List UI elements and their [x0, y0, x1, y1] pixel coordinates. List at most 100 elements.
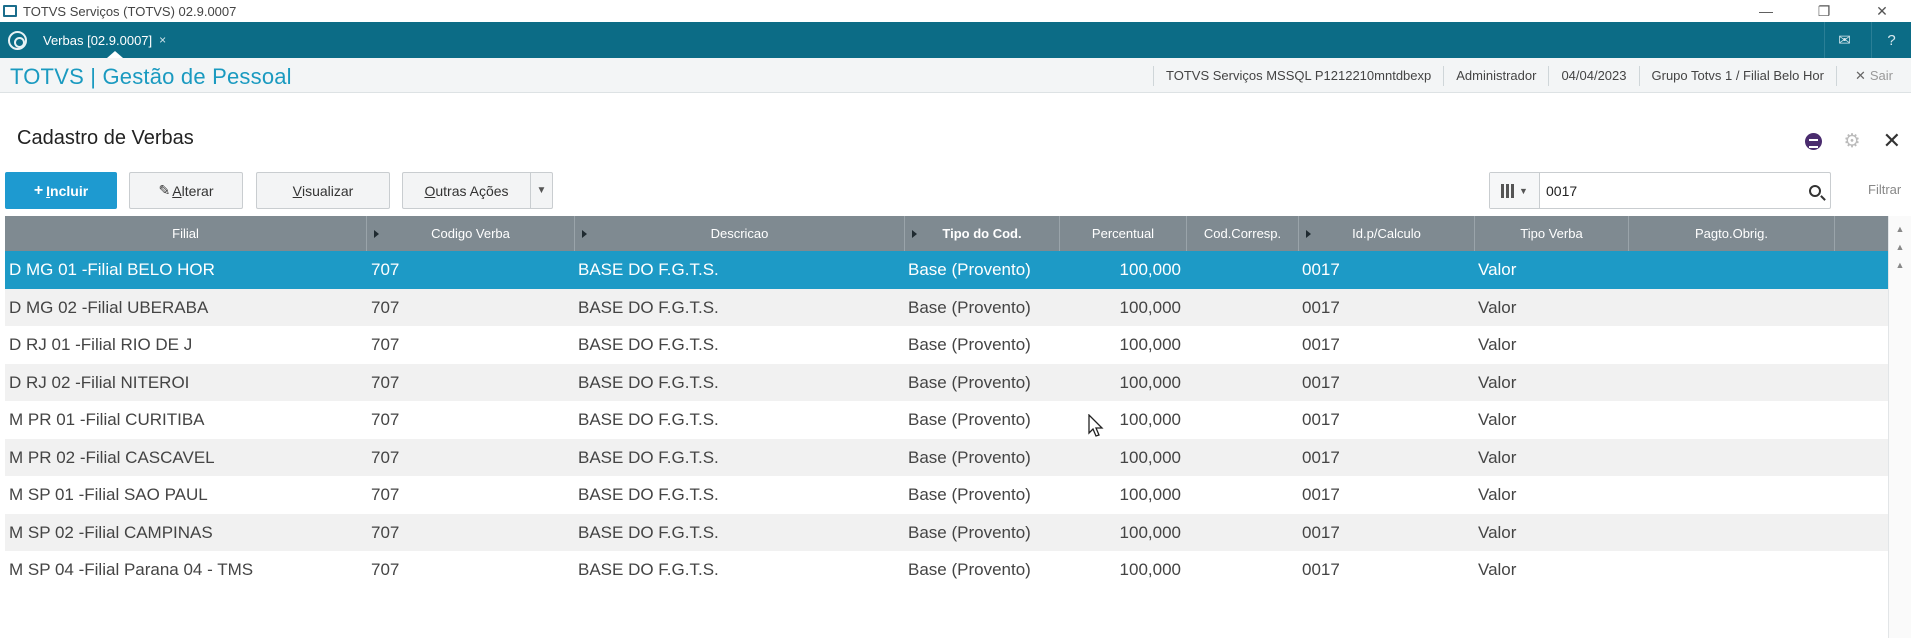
visualizar-label: isualizar	[301, 182, 354, 199]
cell-corresp	[1191, 289, 1291, 327]
cell-corresp	[1191, 551, 1291, 589]
filtrar-link[interactable]: Filtrar	[1868, 182, 1901, 197]
search-input[interactable]: 0017	[1546, 183, 1800, 199]
table-row[interactable]: M PR 01 -Filial CURITIBA 707 BASE DO F.G.T…	[5, 401, 1888, 439]
cell-filial: M PR 02 -Filial CASCAVEL	[9, 447, 215, 467]
table-row[interactable]: D MG 02 -Filial UBERABA 707 BASE DO F.G.T.…	[5, 288, 1888, 327]
table-row[interactable]: D RJ 01 -Filial RIO DE J 707 BASE DO F.G.T…	[5, 326, 1888, 364]
chevron-down-icon[interactable]: ▼	[530, 173, 552, 208]
table-row[interactable]: D MG 01 -Filial BELO HOR 707 BASE DO F.G.T…	[5, 251, 1888, 289]
table-row[interactable]: M SP 01 -Filial SAO PAUL 707 BASE DO F.G.T…	[5, 476, 1888, 514]
tab-verbas[interactable]: Verbas [02.9.0007] ×	[43, 22, 166, 58]
cell-codigo: 707	[371, 297, 400, 317]
cell-idcalc: 0017	[1302, 372, 1340, 392]
help-icon[interactable]: ?	[1871, 22, 1911, 58]
tab-close-icon[interactable]: ×	[159, 33, 166, 47]
column-selector[interactable]: ▼	[1490, 173, 1540, 208]
grid-header: Filial Codigo Verba Descricao Tipo do Co…	[5, 216, 1888, 251]
cell-pagto	[1633, 476, 1823, 514]
cell-filial: D MG 02 -Filial UBERABA	[9, 297, 209, 317]
home-icon[interactable]	[8, 31, 27, 50]
outras-acoes-text: Outras Ações	[424, 183, 508, 199]
cell-codigo: 707	[371, 335, 400, 354]
cell-descricao: BASE DO F.G.T.S.	[578, 335, 719, 354]
cell-pagto	[1633, 364, 1823, 402]
col-corresp[interactable]: Cod.Corresp.	[1187, 216, 1299, 251]
cell-pagto	[1633, 401, 1823, 439]
col-tipo[interactable]: Tipo do Cod.	[905, 216, 1060, 251]
window-controls: — ❐ ✕	[1737, 0, 1911, 22]
restore-button[interactable]: ❐	[1795, 0, 1853, 22]
app-header: TOTVS | Gestão de Pessoal TOTVS Serviços…	[0, 58, 1911, 93]
search-icon[interactable]	[1800, 173, 1830, 208]
cell-tipoverba: Valor	[1478, 372, 1517, 392]
company-label: Grupo Totvs 1 / Filial Belo Hor	[1638, 65, 1836, 86]
cell-codigo: 707	[371, 560, 400, 579]
mail-icon[interactable]: ✉	[1824, 22, 1864, 58]
col-pagto[interactable]: Pagto.Obrig.	[1629, 216, 1835, 251]
brand-title: TOTVS | Gestão de Pessoal	[10, 64, 292, 89]
col-pagto-label: Pagto.Obrig.	[1695, 226, 1768, 241]
scroll-step-icon[interactable]: ▲	[1889, 260, 1911, 270]
cell-codigo: 707	[371, 522, 400, 542]
incluir-button[interactable]: + Incluir	[5, 172, 117, 209]
columns-dropdown-icon: ▼	[1519, 185, 1528, 196]
cell-corresp	[1191, 476, 1291, 514]
chat-icon[interactable]	[1804, 132, 1822, 150]
cell-pagto	[1633, 326, 1823, 364]
visualizar-button[interactable]: Visualizar	[256, 172, 390, 209]
outras-acoes-button[interactable]: Outras Ações ▼	[402, 172, 553, 209]
page-icons: ⚙ ✕	[1804, 128, 1901, 154]
col-idcalc[interactable]: Id.p/Calculo	[1299, 216, 1475, 251]
cell-percentual: 100,000	[1119, 335, 1181, 354]
cell-tipo: Base (Provento)	[908, 372, 1031, 392]
cell-tipo: Base (Provento)	[908, 410, 1031, 429]
cell-descricao: BASE DO F.G.T.S.	[578, 260, 719, 279]
vertical-scrollbar[interactable]: ▲ ▲ ▲	[1888, 216, 1911, 638]
table-row[interactable]: M SP 04 -Filial Parana 04 - TMS 707 BASE D…	[5, 551, 1888, 589]
cell-tipo: Base (Provento)	[908, 447, 1031, 467]
cell-idcalc: 0017	[1302, 522, 1340, 542]
minimize-button[interactable]: —	[1737, 0, 1795, 22]
cell-descricao: BASE DO F.G.T.S.	[578, 447, 719, 467]
col-tipoverba-label: Tipo Verba	[1520, 226, 1583, 241]
cell-tipoverba: Valor	[1478, 447, 1517, 467]
cell-tipoverba: Valor	[1478, 297, 1517, 317]
gear-icon[interactable]: ⚙	[1844, 130, 1861, 153]
cell-idcalc: 0017	[1302, 410, 1340, 429]
sort-arrow-icon	[374, 230, 379, 238]
scroll-up-icon[interactable]: ▲	[1889, 242, 1911, 252]
cell-idcalc: 0017	[1302, 560, 1340, 579]
col-codigo[interactable]: Codigo Verba	[367, 216, 575, 251]
cell-percentual: 100,000	[1119, 297, 1181, 317]
col-corresp-label: Cod.Corresp.	[1203, 226, 1282, 241]
cell-corresp	[1191, 364, 1291, 402]
cell-filial: D RJ 02 -Filial NITEROI	[9, 372, 190, 392]
tab-bar: Verbas [02.9.0007] × ✉ ?	[0, 22, 1911, 58]
col-descricao[interactable]: Descricao	[575, 216, 905, 251]
table-row[interactable]: M SP 02 -Filial CAMPINAS 707 BASE DO F.G.T…	[5, 513, 1888, 552]
sort-arrow-icon	[912, 230, 917, 238]
col-percentual[interactable]: Percentual	[1060, 216, 1187, 251]
window-titlebar: TOTVS Serviços (TOTVS) 02.9.0007 — ❐ ✕	[0, 0, 1911, 22]
sair-button[interactable]: ✕ Sair	[1835, 65, 1911, 86]
date-label: 04/04/2023	[1548, 65, 1638, 86]
table-row[interactable]: M PR 02 -Filial CASCAVEL 707 BASE DO F.G.T…	[5, 438, 1888, 476]
cell-descricao: BASE DO F.G.T.S.	[578, 560, 719, 579]
scroll-top-icon[interactable]: ▲	[1889, 224, 1911, 234]
cell-corresp	[1191, 401, 1291, 439]
window-close-button[interactable]: ✕	[1853, 0, 1911, 22]
col-tipoverba[interactable]: Tipo Verba	[1475, 216, 1629, 251]
cell-percentual: 100,000	[1119, 372, 1181, 392]
cell-tipoverba: Valor	[1478, 335, 1517, 354]
sort-arrow-icon	[1306, 230, 1311, 238]
cell-percentual: 100,000	[1119, 485, 1181, 504]
col-filial[interactable]: Filial	[5, 216, 367, 251]
cell-percentual: 100,000	[1119, 260, 1181, 279]
page-close-icon[interactable]: ✕	[1883, 128, 1901, 154]
table-row[interactable]: D RJ 02 -Filial NITEROI 707 BASE DO F.G.T.…	[5, 363, 1888, 402]
cell-codigo: 707	[371, 260, 400, 279]
alterar-button[interactable]: ✎ Alterar	[129, 172, 243, 209]
cell-pagto	[1633, 514, 1823, 552]
cell-idcalc: 0017	[1302, 260, 1340, 279]
